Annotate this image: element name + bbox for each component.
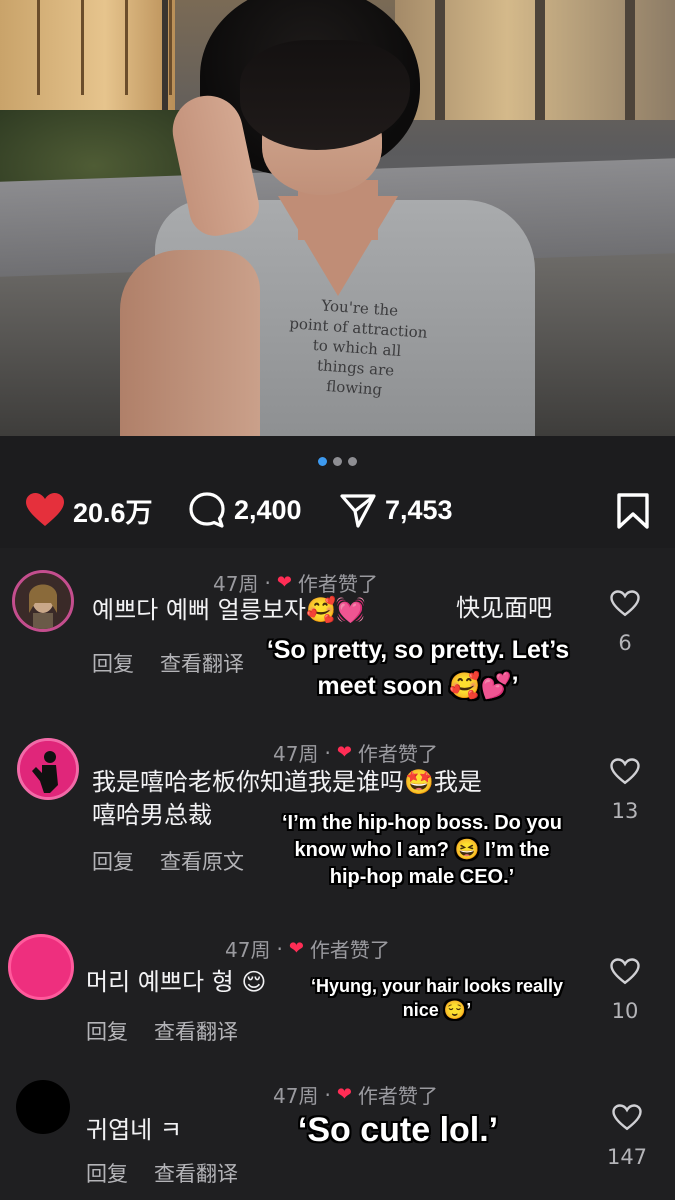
comment-like-count: 6 bbox=[618, 631, 632, 655]
comment-text: 예쁘다 예뻐 얼릉보자🥰💓 bbox=[92, 596, 366, 624]
heart-outline-icon bbox=[610, 590, 640, 617]
reply-link[interactable]: 回复 bbox=[86, 1158, 128, 1188]
avatar-illustration-icon bbox=[15, 573, 71, 629]
avatar[interactable] bbox=[12, 570, 74, 632]
heart-icon bbox=[26, 493, 64, 526]
post-action-bar: 20.6万 2,400 7,453 bbox=[25, 488, 650, 532]
translation-caption: ‘So cute lol.’ bbox=[297, 1111, 499, 1149]
translation-caption: ‘So pretty, so pretty. Let’s meet soon 🥰… bbox=[266, 636, 570, 700]
author-liked-heart-icon: ❤ bbox=[276, 572, 292, 593]
comment-like-button[interactable]: 147 bbox=[605, 1104, 649, 1169]
author-liked-heart-icon: ❤ bbox=[336, 1084, 352, 1105]
comment-item: 47周 · ❤ 作者赞了 예쁘다 예뻐 얼릉보자🥰💓 快见面吧 回复 查看翻译 … bbox=[0, 548, 675, 728]
comment-bubble-icon bbox=[189, 492, 225, 528]
reply-link[interactable]: 回复 bbox=[92, 648, 134, 678]
author-liked-heart-icon: ❤ bbox=[288, 938, 304, 959]
share-button[interactable]: 7,453 bbox=[339, 488, 453, 532]
comment-like-count: 13 bbox=[611, 799, 639, 823]
author-liked-label: 作者赞了 bbox=[357, 742, 438, 766]
carousel-dot bbox=[333, 457, 342, 466]
comment-text-extra: 快见面吧 bbox=[456, 594, 552, 622]
avatar[interactable] bbox=[17, 738, 79, 800]
translate-link[interactable]: 查看原文 bbox=[160, 846, 244, 876]
avatar[interactable] bbox=[8, 934, 74, 1000]
comment-time: 47周 bbox=[273, 1084, 319, 1108]
send-icon bbox=[340, 494, 376, 528]
background-window bbox=[0, 0, 175, 110]
person-arm bbox=[120, 250, 260, 436]
heart-outline-icon bbox=[610, 758, 640, 785]
share-count: 7,453 bbox=[385, 494, 453, 525]
translation-caption: ‘Hyung, your hair looks really nice 😌’ bbox=[310, 976, 564, 1020]
comment-text: 귀엽네 ㅋ bbox=[86, 1116, 182, 1144]
comment-text: 머리 예쁘다 형 😌 bbox=[86, 968, 267, 996]
comment-item: 47周 · ❤ 作者赞了 귀엽네 ㅋ 回复 查看翻译 147 ‘So cute … bbox=[0, 1066, 675, 1200]
comment-time: 47周 bbox=[225, 938, 271, 962]
author-liked-label: 作者赞了 bbox=[309, 938, 390, 962]
like-button[interactable]: 20.6万 bbox=[25, 488, 153, 532]
bookmark-icon bbox=[617, 493, 649, 529]
carousel-dot bbox=[348, 457, 357, 466]
background-storefront bbox=[395, 0, 675, 120]
carousel-dot-active bbox=[318, 457, 327, 466]
like-count: 20.6万 bbox=[73, 497, 153, 528]
carousel-indicator bbox=[0, 457, 675, 467]
avatar-silhouette-icon bbox=[20, 741, 76, 797]
comment-like-count: 10 bbox=[611, 999, 639, 1023]
comments-section: 47周 · ❤ 作者赞了 예쁘다 예뻐 얼릉보자🥰💓 快见面吧 回复 查看翻译 … bbox=[0, 548, 675, 1200]
comment-button[interactable]: 2,400 bbox=[188, 488, 302, 532]
comment-count: 2,400 bbox=[234, 494, 302, 525]
translate-link[interactable]: 查看翻译 bbox=[154, 1158, 238, 1188]
shirt-print-text: You're the point of attraction to which … bbox=[288, 296, 428, 399]
comment-item: 47周 · ❤ 作者赞了 我是嘻哈老板你知道我是谁吗🤩我是 嘻哈男总裁 回复 查… bbox=[0, 728, 675, 918]
heart-outline-icon bbox=[612, 1104, 642, 1131]
avatar[interactable] bbox=[16, 1080, 70, 1134]
author-liked-label: 作者赞了 bbox=[297, 572, 378, 596]
comment-time: 47周 bbox=[213, 572, 259, 596]
translation-caption: ‘I’m the hip-hop boss. Do you know who I… bbox=[282, 812, 562, 888]
reply-link[interactable]: 回复 bbox=[92, 846, 134, 876]
heart-outline-icon bbox=[610, 958, 640, 985]
comment-like-button[interactable]: 10 bbox=[607, 958, 643, 1023]
bookmark-button[interactable] bbox=[616, 492, 650, 534]
author-liked-heart-icon: ❤ bbox=[336, 742, 352, 763]
translate-link[interactable]: 查看翻译 bbox=[154, 1016, 238, 1046]
comment-time: 47周 bbox=[273, 742, 319, 766]
comment-item: 47周 · ❤ 作者赞了 머리 예쁘다 형 😌 回复 查看翻译 10 ‘Hyun… bbox=[0, 918, 675, 1066]
comment-like-button[interactable]: 13 bbox=[607, 758, 643, 823]
comment-like-count: 147 bbox=[606, 1145, 648, 1169]
author-liked-label: 作者赞了 bbox=[357, 1084, 438, 1108]
post-photo[interactable]: You're the point of attraction to which … bbox=[0, 0, 675, 436]
reply-link[interactable]: 回复 bbox=[86, 1016, 128, 1046]
comment-like-button[interactable]: 6 bbox=[607, 590, 643, 655]
